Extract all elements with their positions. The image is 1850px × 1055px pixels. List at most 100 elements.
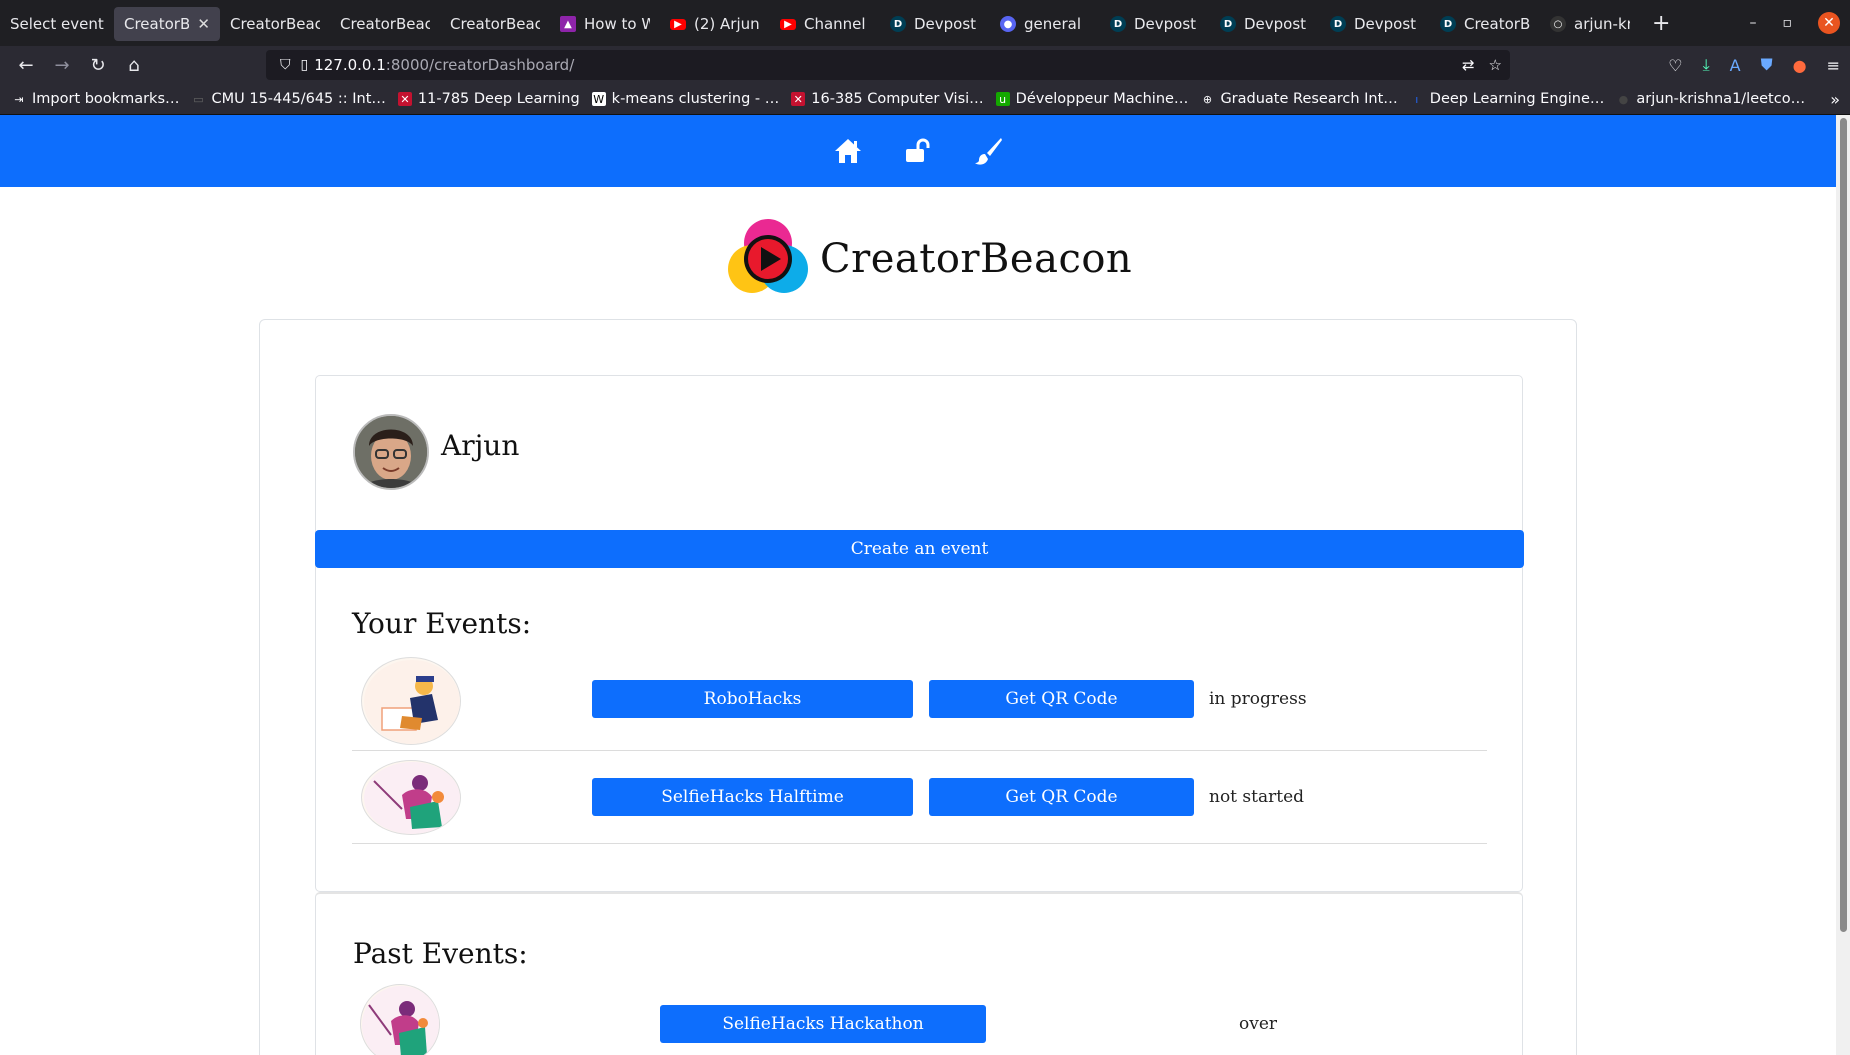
browser-tab[interactable]: ○ arjun-krish bbox=[1540, 7, 1640, 41]
browser-tab[interactable]: CreatorBeaco bbox=[220, 7, 330, 41]
browser-tab-active[interactable]: CreatorBea ✕ bbox=[114, 7, 220, 41]
translate-extension-icon[interactable]: A bbox=[1730, 56, 1741, 75]
devpost-icon: D bbox=[1220, 16, 1236, 32]
home-icon[interactable] bbox=[833, 136, 863, 166]
page-info-icon[interactable]: ▯ bbox=[301, 57, 309, 73]
cmu-icon: ✕ bbox=[397, 92, 412, 106]
tab-label: Devpost bbox=[914, 15, 977, 33]
event-status: over bbox=[1239, 1014, 1278, 1034]
event-thumbnail bbox=[361, 657, 461, 745]
graduation-cap-icon: ▲ bbox=[560, 16, 576, 32]
tab-label: CreatorBea bbox=[124, 15, 190, 33]
tab-label: arjun-krish bbox=[1574, 15, 1630, 33]
bookmark-label: arjun-krishna1/leetco… bbox=[1636, 91, 1806, 107]
github-icon: ○ bbox=[1550, 16, 1566, 32]
brush-icon[interactable] bbox=[973, 136, 1003, 166]
reload-icon[interactable]: ↻ bbox=[80, 49, 116, 81]
tab-label: CreatorBeaco bbox=[230, 15, 320, 33]
event-status: not started bbox=[1209, 787, 1305, 807]
youtube-icon: ▶ bbox=[670, 18, 686, 30]
browser-tab[interactable]: ▶ Channel co bbox=[770, 7, 880, 41]
browser-nav-bar: ← → ↻ ⌂ ⛉ ▯ 127.0.0.1:8000/creatorDashbo… bbox=[0, 46, 1850, 84]
close-window-icon[interactable]: ✕ bbox=[1818, 12, 1840, 34]
duckduckgo-icon[interactable]: ● bbox=[1793, 56, 1807, 75]
bookmark-star-icon[interactable]: ☆ bbox=[1489, 56, 1502, 74]
tab-label: Devpost bbox=[1354, 15, 1417, 33]
browser-tab[interactable]: D CreatorBe bbox=[1430, 7, 1540, 41]
past-events-title: Past Events: bbox=[353, 937, 528, 970]
cmu-icon: ✕ bbox=[791, 92, 806, 106]
devpost-icon: D bbox=[1440, 16, 1456, 32]
bookmark-item[interactable]: ▭ CMU 15-445/645 :: Int… bbox=[192, 91, 386, 107]
github-icon: ● bbox=[1618, 92, 1629, 106]
event-button-selfiehacks-halftime[interactable]: SelfieHacks Halftime bbox=[592, 778, 913, 816]
bookmark-item[interactable]: ⇥ Import bookmarks… bbox=[12, 91, 179, 107]
page-icon: ▭ bbox=[193, 92, 204, 106]
event-thumbnail bbox=[360, 984, 440, 1055]
new-tab-icon[interactable]: + bbox=[1652, 11, 1670, 36]
browser-tab[interactable]: CreatorBeaco bbox=[330, 7, 440, 41]
download-icon[interactable]: ⤓ bbox=[1703, 55, 1710, 75]
upwork-icon: u bbox=[995, 92, 1010, 106]
browser-tab[interactable]: ▶ (2) Arjun K bbox=[660, 7, 770, 41]
home-browser-icon[interactable]: ⌂ bbox=[116, 49, 152, 81]
get-qr-code-button[interactable]: Get QR Code bbox=[929, 778, 1194, 816]
discord-icon: ● bbox=[1000, 16, 1016, 32]
browser-tab[interactable]: ▲ How to W bbox=[550, 7, 660, 41]
bitwarden-icon[interactable]: ⛊ bbox=[1761, 55, 1773, 75]
more-bookmarks-icon[interactable]: » bbox=[1830, 84, 1840, 114]
tab-label: Channel co bbox=[804, 15, 870, 33]
bookmark-label: 16-385 Computer Visi… bbox=[811, 91, 984, 107]
event-button-selfiehacks-hackathon[interactable]: SelfieHacks Hackathon bbox=[660, 1005, 986, 1043]
browser-tab[interactable]: Select event t bbox=[0, 7, 114, 41]
browser-tab[interactable]: ● general bbox=[990, 7, 1100, 41]
brand-name: CreatorBeacon bbox=[820, 236, 1133, 282]
translate-icon[interactable]: ⇄ bbox=[1462, 56, 1475, 74]
tab-label: CreatorBeaco bbox=[450, 15, 540, 33]
scrollbar-thumb[interactable] bbox=[1840, 118, 1847, 932]
bookmark-item[interactable]: ● arjun-krishna1/leetco… bbox=[1616, 91, 1806, 107]
minimize-icon[interactable]: – bbox=[1750, 15, 1757, 31]
create-event-button[interactable]: Create an event bbox=[315, 530, 1524, 568]
bookmark-item[interactable]: Wk-means clustering - … bbox=[591, 91, 779, 107]
get-qr-code-button[interactable]: Get QR Code bbox=[929, 680, 1194, 718]
indeed-icon: ı bbox=[1415, 92, 1419, 106]
menu-icon[interactable]: ≡ bbox=[1827, 56, 1840, 75]
bookmark-item[interactable]: ı Deep Learning Engine… bbox=[1410, 91, 1605, 107]
event-button-robohacks[interactable]: RoboHacks bbox=[592, 680, 913, 718]
brand: CreatorBeacon bbox=[728, 219, 1132, 299]
avatar bbox=[353, 414, 429, 490]
restore-icon[interactable]: ▫ bbox=[1783, 15, 1793, 31]
row-divider bbox=[352, 750, 1487, 751]
devpost-icon: D bbox=[1110, 16, 1126, 32]
page-viewport: CreatorBeacon Arjun Create an event Your… bbox=[0, 115, 1836, 1055]
url-bar[interactable]: ⛉ ▯ 127.0.0.1:8000/creatorDashboard/ ⇄ ☆ bbox=[266, 50, 1510, 80]
browser-tab[interactable]: D Devpost bbox=[880, 7, 990, 41]
bookmark-label: CMU 15-445/645 :: Int… bbox=[211, 91, 386, 107]
tab-label: Select event t bbox=[10, 15, 104, 33]
browser-tab[interactable]: D Devpost bbox=[1100, 7, 1210, 41]
close-tab-icon[interactable]: ✕ bbox=[197, 15, 210, 33]
shield-icon[interactable]: ⛉ bbox=[280, 57, 291, 73]
bookmark-label: Deep Learning Engine… bbox=[1429, 91, 1605, 107]
bookmark-label: Graduate Research Int… bbox=[1220, 91, 1398, 107]
bookmark-item[interactable]: ✕ 16-385 Computer Visi… bbox=[791, 91, 984, 107]
tab-label: CreatorBe bbox=[1464, 15, 1530, 33]
unlock-icon[interactable] bbox=[903, 136, 933, 166]
browser-tab[interactable]: D Devpost bbox=[1320, 7, 1430, 41]
browser-tab[interactable]: D Devpost bbox=[1210, 7, 1320, 41]
browser-tab-bar: Select event t CreatorBea ✕ CreatorBeaco… bbox=[0, 0, 1850, 46]
browser-tab[interactable]: CreatorBeaco bbox=[440, 7, 550, 41]
bookmark-label: Développeur Machine… bbox=[1015, 91, 1189, 107]
event-status: in progress bbox=[1209, 689, 1307, 709]
back-icon[interactable]: ← bbox=[8, 49, 44, 81]
tab-label: How to W bbox=[584, 15, 650, 33]
pocket-icon[interactable]: ♡ bbox=[1668, 56, 1682, 75]
bookmark-item[interactable]: ⊕ Graduate Research Int… bbox=[1200, 91, 1398, 107]
bookmark-item[interactable]: ✕ 11-785 Deep Learning bbox=[397, 91, 580, 107]
tab-label: CreatorBeaco bbox=[340, 15, 430, 33]
globe-icon: ⊕ bbox=[1202, 92, 1213, 106]
bookmark-item[interactable]: u Développeur Machine… bbox=[995, 91, 1189, 107]
forward-icon[interactable]: → bbox=[44, 49, 80, 81]
import-icon: ⇥ bbox=[14, 92, 24, 106]
